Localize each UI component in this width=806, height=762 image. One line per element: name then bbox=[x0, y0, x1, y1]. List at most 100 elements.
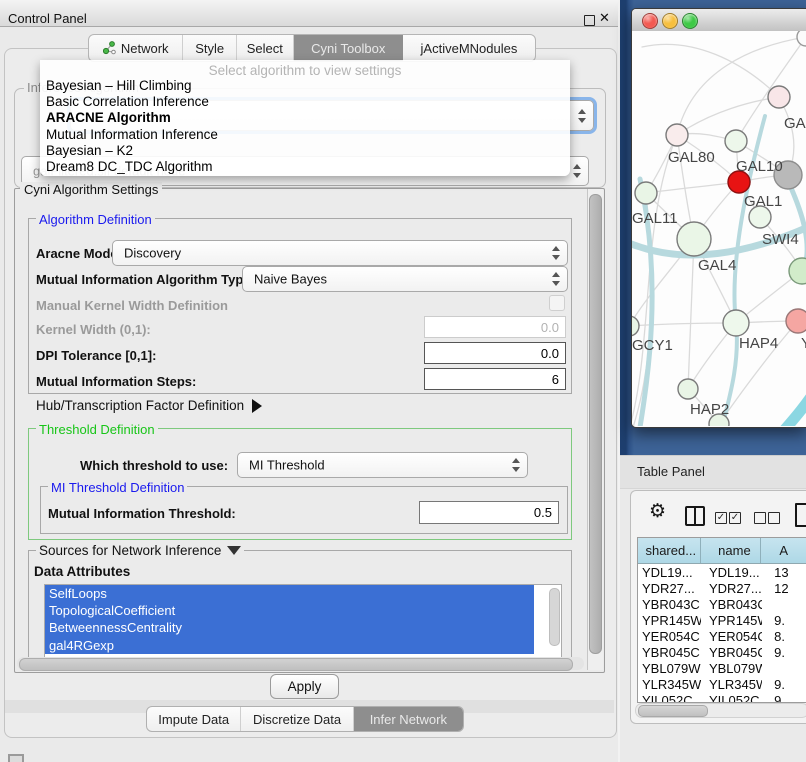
checked-checkbox-icon[interactable]: ✓ bbox=[715, 512, 727, 524]
node-salmon[interactable] bbox=[786, 309, 806, 333]
node-hap2-label: HAP2 bbox=[690, 401, 729, 418]
algorithm-option-mutual-information-inference[interactable]: Mutual Information Inference bbox=[40, 127, 570, 143]
manual-kernel-checkbox[interactable] bbox=[549, 295, 565, 311]
node-topright[interactable] bbox=[797, 31, 806, 46]
node-gcy1[interactable] bbox=[632, 316, 639, 336]
column-header-a[interactable]: A bbox=[761, 538, 806, 563]
node-green-right[interactable] bbox=[789, 258, 806, 284]
settings-vertical-scrollbar-thumb[interactable] bbox=[589, 194, 602, 654]
combo-spinner-icon bbox=[511, 458, 520, 472]
network-window-titlebar[interactable] bbox=[632, 9, 806, 32]
which-threshold-combo[interactable]: MI Threshold bbox=[237, 452, 528, 478]
attribute-item-selfloops[interactable]: SelfLoops bbox=[45, 585, 534, 602]
table-cell: YDL19... bbox=[638, 565, 701, 580]
attribute-item-gal4rgexp[interactable]: gal4RGexp bbox=[45, 637, 534, 654]
mi-type-combo[interactable]: Naive Bayes bbox=[242, 266, 568, 292]
network-edge[interactable] bbox=[788, 181, 806, 269]
tab-jactivemnodules[interactable]: jActiveMNodules bbox=[403, 35, 535, 61]
algorithm-option-bayesian-hill-climbing[interactable]: Bayesian – Hill Climbing bbox=[40, 78, 570, 94]
table-row[interactable]: YDL19...YDL19...13 bbox=[638, 564, 806, 580]
tab-style[interactable]: Style bbox=[183, 35, 237, 61]
algorithm-option-basic-correlation-inference[interactable]: Basic Correlation Inference bbox=[40, 94, 570, 110]
table-row[interactable]: YBR045CYBR045C9. bbox=[638, 644, 806, 660]
tab-impute-data[interactable]: Impute Data bbox=[147, 707, 241, 731]
table-cell: 12 bbox=[762, 581, 806, 596]
table-row[interactable]: YER054CYER054C8. bbox=[638, 628, 806, 644]
algorithm-option-aracne-algorithm[interactable]: ARACNE Algorithm bbox=[40, 110, 570, 126]
network-canvas[interactable]: GALGAL80GAL10GAL1GAL11SWI4GAL4GCY1HAP4YH… bbox=[632, 31, 806, 426]
bottom-tabbar: Impute DataDiscretize DataInfer Network bbox=[146, 706, 464, 732]
hub-definition-toggle[interactable]: Hub/Transcription Factor Definition bbox=[36, 398, 262, 413]
table-cell: YDR27... bbox=[638, 581, 701, 596]
network-edge[interactable] bbox=[642, 44, 779, 97]
mi-steps-input[interactable]: 6 bbox=[424, 368, 566, 390]
tab-cyni-toolbox[interactable]: Cyni Toolbox bbox=[294, 35, 403, 61]
close-icon[interactable]: ✕ bbox=[599, 10, 610, 26]
attributes-scrollbar-thumb[interactable] bbox=[549, 588, 560, 646]
apply-button[interactable]: Apply bbox=[270, 674, 339, 699]
combo-spinner-icon bbox=[577, 109, 586, 123]
unchecked-checkbox-icon[interactable] bbox=[768, 512, 780, 524]
control-panel-tabbar: Network StyleSelectCyni ToolboxjActiveMNo… bbox=[88, 34, 536, 62]
table-horizontal-scrollbar[interactable] bbox=[635, 703, 806, 718]
zoom-light[interactable] bbox=[682, 13, 698, 29]
table-cell: 8. bbox=[762, 629, 806, 644]
column-header-shared[interactable]: shared... bbox=[638, 538, 701, 563]
table-row[interactable]: YDR27...YDR27...12 bbox=[638, 580, 806, 596]
attribute-item-betweennesscentrality[interactable]: BetweennessCentrality bbox=[45, 619, 534, 636]
table-row[interactable]: YBR043CYBR043C bbox=[638, 596, 806, 612]
expanded-arrow-icon bbox=[227, 546, 241, 555]
unchecked-checkbox-icon[interactable] bbox=[754, 512, 766, 524]
table-row[interactable]: YPR145WYPR145W9. bbox=[638, 612, 806, 628]
algorithm-popup: Select algorithm to view settings Bayesi… bbox=[40, 60, 570, 176]
node-hap2[interactable] bbox=[678, 379, 698, 399]
columns-icon[interactable] bbox=[685, 506, 705, 526]
table-horizontal-scrollbar-thumb[interactable] bbox=[638, 705, 708, 717]
data-attributes-list[interactable]: SelfLoopsTopologicalCoefficientBetweenne… bbox=[44, 584, 562, 658]
float-window-icon[interactable] bbox=[584, 15, 595, 26]
control-panel-titlebar bbox=[0, 0, 620, 27]
dpi-tolerance-input[interactable]: 0.0 bbox=[424, 342, 566, 364]
mi-threshold-title: MI Threshold Definition bbox=[48, 480, 187, 495]
tab-select[interactable]: Select bbox=[237, 35, 294, 61]
table-cell: YIL052C bbox=[638, 693, 701, 704]
combo-spinner-icon bbox=[551, 272, 560, 286]
node-gal4[interactable] bbox=[677, 222, 711, 256]
page-icon[interactable] bbox=[795, 503, 806, 527]
mi-threshold-label: Mutual Information Threshold: bbox=[48, 506, 236, 521]
tab-label: Network bbox=[121, 41, 169, 56]
column-header-name[interactable]: name bbox=[701, 538, 762, 563]
tab-network[interactable]: Network bbox=[89, 35, 183, 61]
node-gal[interactable] bbox=[768, 86, 790, 108]
checked-checkbox-icon[interactable]: ✓ bbox=[729, 512, 741, 524]
attribute-item-topologicalcoefficient[interactable]: TopologicalCoefficient bbox=[45, 602, 534, 619]
table-header-row: shared...nameA bbox=[638, 538, 806, 564]
table-cell: 9. bbox=[762, 613, 806, 628]
manual-kernel-label: Manual Kernel Width Definition bbox=[36, 298, 228, 313]
algorithm-option-bayesian-k2[interactable]: Bayesian – K2 bbox=[40, 143, 570, 159]
table-cell: 9. bbox=[762, 645, 806, 660]
network-edge[interactable] bbox=[632, 323, 736, 326]
tab-infer-network[interactable]: Infer Network bbox=[354, 707, 463, 731]
kernel-width-input[interactable]: 0.0 bbox=[424, 316, 566, 338]
tab-discretize-data[interactable]: Discretize Data bbox=[241, 707, 353, 731]
table-row[interactable]: YIL052CYIL052C9. bbox=[638, 692, 806, 703]
sources-toggle[interactable]: Sources for Network Inference bbox=[36, 543, 244, 558]
network-edge[interactable] bbox=[780, 383, 806, 426]
close-light[interactable] bbox=[642, 13, 658, 29]
dpi-tolerance-label: DPI Tolerance [0,1]: bbox=[36, 348, 156, 363]
node-gal11[interactable] bbox=[635, 182, 657, 204]
panel-corner-icon[interactable] bbox=[8, 754, 24, 762]
node-gal80[interactable] bbox=[666, 124, 688, 146]
node-gal10[interactable] bbox=[725, 130, 747, 152]
table-row[interactable]: YLR345WYLR345W9. bbox=[638, 676, 806, 692]
node-hap4[interactable] bbox=[723, 310, 749, 336]
aracne-mode-combo[interactable]: Discovery bbox=[112, 240, 568, 266]
settings-horizontal-scrollbar-thumb[interactable] bbox=[19, 658, 573, 671]
table-row[interactable]: YBL079WYBL079W bbox=[638, 660, 806, 676]
algorithm-option-dream8-dc-tdc-algorithm[interactable]: Dream8 DC_TDC Algorithm bbox=[40, 159, 570, 175]
mi-threshold-input[interactable]: 0.5 bbox=[419, 501, 559, 524]
gear-icon[interactable]: ⚙ bbox=[649, 500, 666, 523]
minimize-light[interactable] bbox=[662, 13, 678, 29]
network-edge[interactable] bbox=[688, 239, 694, 389]
